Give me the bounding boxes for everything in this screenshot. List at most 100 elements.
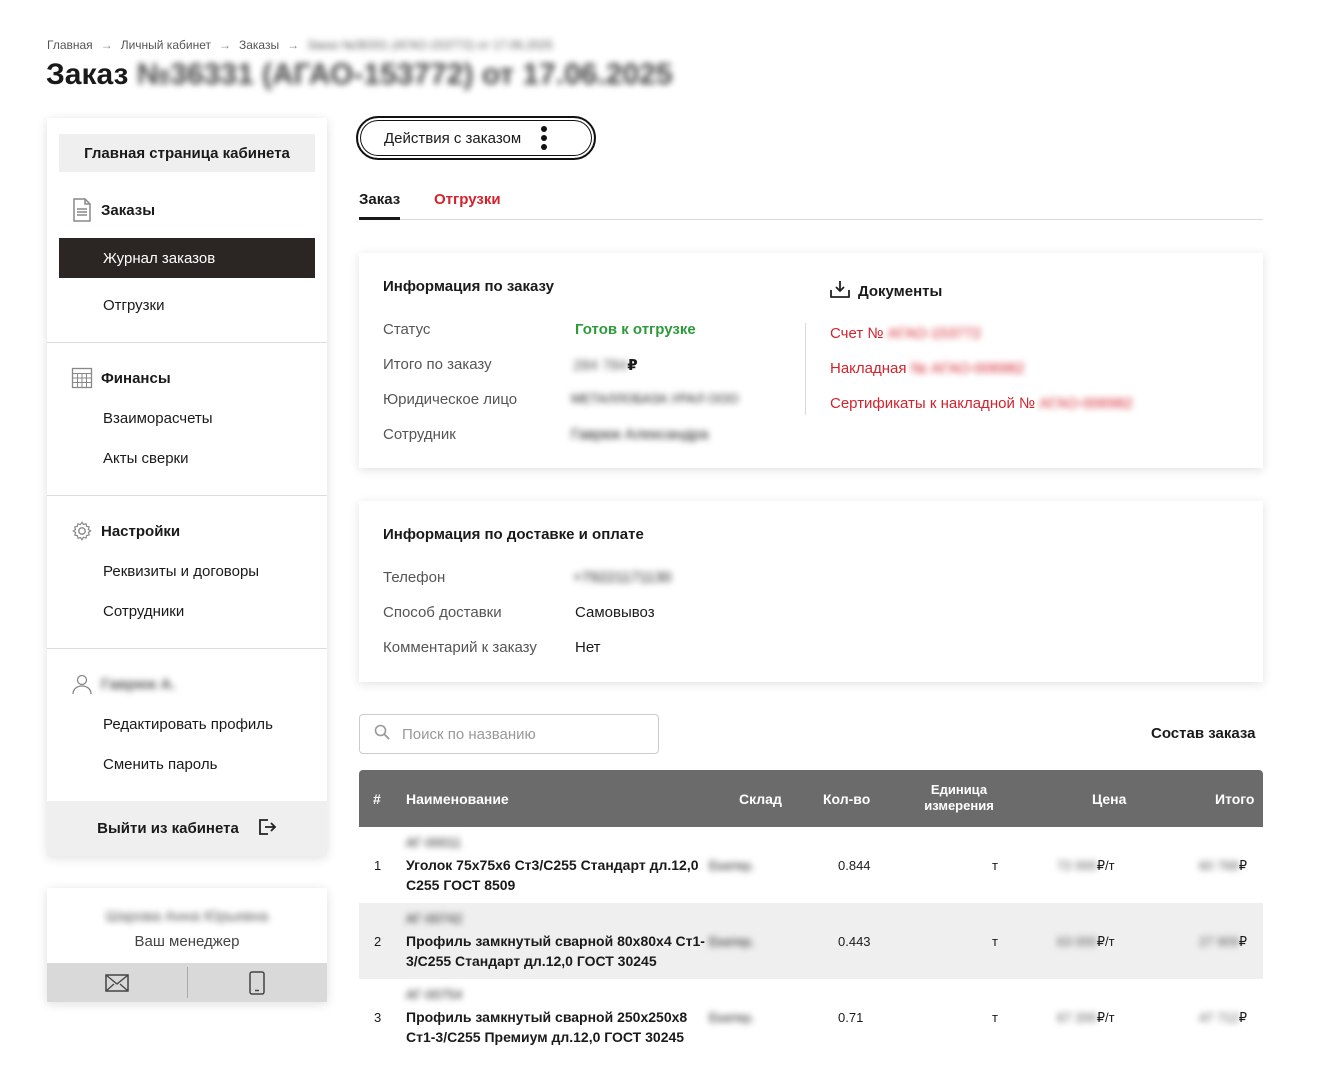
table-header: # Наименование Склад Кол-во Единица изме… [359, 770, 1263, 827]
divider [47, 648, 327, 649]
waybill-link[interactable]: Накладная № АГАО-006982 [830, 360, 1024, 377]
delivery-info-title: Информация по доставке и оплате [383, 526, 644, 543]
order-total-label: Итого по заказу [383, 356, 492, 373]
order-actions-button[interactable]: Действия с заказом [356, 116, 596, 160]
tab-order[interactable]: Заказ [359, 191, 401, 220]
sidebar: Главная страница кабинета Заказы Журнал … [47, 118, 327, 856]
certificates-link[interactable]: Сертификаты к накладной № АГАО-006982 [830, 395, 1133, 412]
download-icon [830, 280, 850, 302]
order-actions-label: Действия с заказом [384, 129, 522, 147]
currency-sign: ₽ [1238, 858, 1248, 873]
documents-title: Документы [830, 280, 942, 302]
col-unit: Единица измерения [924, 782, 994, 813]
order-info-title: Информация по заказу [383, 278, 554, 295]
table-row[interactable]: 2 АГ-00742 Профиль замкнутый сварной 80х… [359, 903, 1263, 979]
total-value: 27 909₽ [1199, 934, 1247, 950]
tabs: Заказ Отгрузки [359, 188, 1263, 220]
sidebar-item-change-password[interactable]: Сменить пароль [103, 756, 217, 773]
documents-title-label: Документы [858, 282, 943, 300]
sidebar-item-edit-profile[interactable]: Редактировать профиль [103, 716, 273, 733]
stock-value: Екатер. [709, 934, 755, 949]
row-number: 3 [374, 1010, 382, 1025]
total-amount: 60 768 [1199, 858, 1239, 873]
waybill-link-label: Накладная [830, 360, 907, 377]
breadcrumb-orders[interactable]: Заказы [239, 38, 279, 52]
search-input[interactable] [402, 725, 642, 743]
cabinet-home-button[interactable]: Главная страница кабинета [59, 134, 315, 172]
more-vertical-icon [541, 126, 548, 150]
price-amount: 63 000 [1057, 934, 1097, 949]
tab-shipments[interactable]: Отгрузки [434, 191, 501, 208]
quantity-value: 0.71 [838, 1010, 864, 1025]
sidebar-section-orders[interactable]: Заказы [71, 198, 155, 222]
currency-sign: ₽ [1238, 1010, 1248, 1025]
page-title: Заказ №36331 (АГАО-153772) от 17.06.2025 [46, 58, 673, 92]
search-icon [374, 724, 390, 745]
breadcrumb-cabinet[interactable]: Личный кабинет [121, 38, 211, 52]
product-name: Уголок 75х75х6 Ст3/С255 Стандарт дл.12,0… [406, 857, 699, 893]
order-comment-label: Комментарий к заказу [383, 639, 537, 656]
quantity-value: 0.443 [838, 934, 871, 949]
col-total: Итого [1215, 791, 1255, 807]
breadcrumb-current: Заказ №36331 (АГАО-153772) от 17.06.2025 [307, 38, 553, 52]
logout-button[interactable]: Выйти из кабинета [47, 801, 327, 856]
price-value: 67 200₽/т [1057, 1010, 1115, 1026]
employee-value: Гаврюк Александра [571, 426, 709, 443]
breadcrumb-home[interactable]: Главная [47, 38, 93, 52]
col-stock: Склад [739, 791, 782, 807]
certificates-link-label: Сертификаты к накладной № [830, 395, 1036, 412]
page-title-order-number: №36331 (АГАО-153772) от 17.06.2025 [136, 58, 673, 91]
product-code: АГ-00742 [406, 911, 463, 926]
product-code: АГ-00754 [406, 987, 463, 1002]
sidebar-item-requisites[interactable]: Реквизиты и договоры [103, 563, 259, 580]
order-total-value: 284 784₽ [573, 356, 638, 374]
col-quantity: Кол-во [823, 791, 871, 807]
sidebar-item-orders-journal[interactable]: Журнал заказов [59, 238, 315, 278]
sidebar-section-settings[interactable]: Настройки [71, 520, 180, 542]
order-composition-title: Состав заказа [1151, 725, 1256, 742]
invoice-number: АГАО-153772 [887, 325, 982, 342]
sidebar-section-label: Заказы [101, 201, 156, 219]
calculator-icon [71, 367, 93, 389]
divider [47, 342, 327, 343]
unit-value: т [992, 1010, 998, 1025]
divider [47, 495, 327, 496]
certificates-number: АГАО-006982 [1039, 395, 1133, 412]
waybill-number: № АГАО-006982 [910, 360, 1025, 377]
currency-sign: ₽ [627, 357, 638, 374]
delivery-method-label: Способ доставки [383, 604, 502, 621]
row-number: 2 [374, 934, 382, 949]
sidebar-item-settlements[interactable]: Взаиморасчеты [103, 410, 213, 427]
order-items-table: # Наименование Склад Кол-во Единица изме… [359, 770, 1263, 1056]
sidebar-item-employees[interactable]: Сотрудники [103, 603, 184, 620]
col-number: # [373, 791, 381, 807]
sidebar-section-label: Настройки [101, 522, 181, 540]
quantity-value: 0.844 [838, 858, 871, 873]
profile-name: Гаврюк А. [101, 675, 176, 693]
legal-entity-value: МЕТАЛЛОБАЗА УРАЛ ООО [571, 391, 739, 406]
delivery-method-value: Самовывоз [575, 604, 655, 621]
sidebar-item-reconciliation-acts[interactable]: Акты сверки [103, 450, 188, 467]
total-amount: 27 909 [1199, 934, 1239, 949]
stock-value: Екатер. [709, 1010, 755, 1025]
breadcrumb-separator: → [100, 38, 113, 52]
price-value: 72 000₽/т [1057, 858, 1115, 874]
legal-entity-label: Юридическое лицо [383, 391, 518, 408]
mail-icon[interactable] [47, 963, 187, 1002]
document-icon [71, 198, 93, 222]
total-amount: 47 712 [1199, 1010, 1239, 1025]
divider [805, 323, 806, 415]
table-row[interactable]: 3 АГ-00754 Профиль замкнутый сварной 250… [359, 979, 1263, 1055]
breadcrumb: Главная → Личный кабинет → Заказы → Зака… [47, 38, 553, 52]
product-code: АГ-00011 [406, 835, 462, 850]
phone-icon[interactable] [188, 963, 328, 1002]
total-value: 47 712₽ [1199, 1010, 1247, 1026]
stock-value: Екатер. [709, 858, 755, 873]
order-comment-value: Нет [575, 639, 601, 656]
sidebar-section-profile[interactable]: Гаврюк А. [71, 673, 176, 695]
sidebar-section-finance[interactable]: Финансы [71, 367, 171, 389]
sidebar-item-shipments[interactable]: Отгрузки [103, 297, 165, 314]
price-unit: ₽/т [1096, 934, 1115, 949]
table-row[interactable]: 1 АГ-00011 Уголок 75х75х6 Ст3/С255 Станд… [359, 827, 1263, 903]
invoice-link[interactable]: Счет № АГАО-153772 [830, 325, 981, 342]
